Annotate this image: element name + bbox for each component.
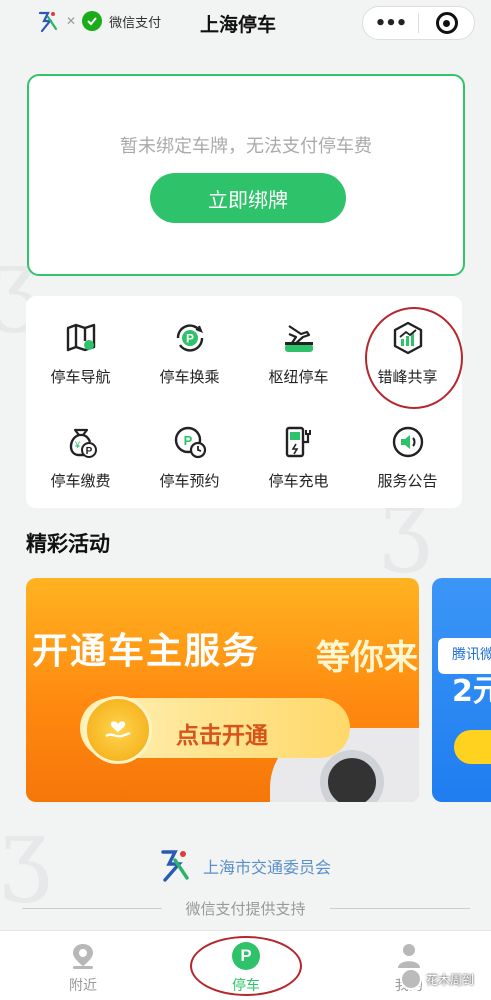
banner-headline-tail: 等你来 (316, 638, 418, 678)
partner-logos: ✕ 微信支付 (36, 9, 161, 33)
activity-banner[interactable]: 开通车主服务 等你来 点击开通 (26, 578, 419, 802)
money-bag-icon: ¥ P (63, 424, 99, 460)
service-parking-reservation[interactable]: P 停车预约 (135, 402, 244, 502)
service-label: 停车预约 (159, 472, 220, 490)
service-label: 服务公告 (377, 472, 438, 490)
bind-plate-card: 暂未绑定车牌，无法支付停车费 立即绑牌 (27, 74, 465, 276)
service-label: 停车充电 (268, 472, 329, 490)
page-title: 上海停车 (200, 14, 277, 36)
shanghai-transport-logo-icon (161, 850, 189, 882)
banner2-line2: 2元 (452, 674, 491, 709)
shanghai-transport-logo-icon (38, 11, 58, 33)
svg-text:¥: ¥ (74, 440, 81, 450)
park-clock-icon: P (172, 424, 208, 460)
charger-icon (281, 424, 317, 460)
service-parking-navigation[interactable]: 停车导航 (26, 298, 135, 398)
location-pin-icon (70, 941, 96, 971)
annotation-circle (190, 936, 302, 996)
svg-text:P: P (85, 446, 92, 457)
banner-headline: 开通车主服务 (32, 631, 261, 672)
top-bar: ✕ 微信支付 上海停车 ••• (0, 0, 491, 48)
bind-plate-message: 暂未绑定车牌，无法支付停车费 (120, 136, 372, 157)
hub-parking-icon (281, 320, 317, 356)
wechat-pay-icon (82, 11, 103, 31)
map-icon (64, 320, 98, 356)
park-transfer-icon: P (172, 320, 208, 356)
tab-label: 附近 (69, 978, 97, 994)
annotation-circle (365, 307, 463, 409)
banner2-line1: 腾讯微 (452, 647, 491, 663)
svg-text:P: P (185, 332, 193, 346)
org-credit: 上海市交通委员会 (155, 846, 331, 886)
activities-title: 精彩活动 (26, 532, 110, 556)
service-parking-payment[interactable]: ¥ P 停车缴费 (26, 402, 135, 502)
service-hub-parking[interactable]: 枢纽停车 (244, 298, 353, 398)
service-announcements[interactable]: 服务公告 (353, 402, 462, 502)
speaker-icon (390, 424, 426, 460)
service-label: 停车导航 (50, 368, 111, 386)
source-watermark: 花木周到 (400, 968, 474, 990)
heart-hand-coin-icon (84, 696, 152, 764)
more-button[interactable]: ••• (363, 13, 418, 34)
tab-nearby[interactable]: 附近 (28, 931, 138, 1000)
banner2-button[interactable] (454, 730, 491, 764)
bind-plate-button[interactable]: 立即绑牌 (150, 173, 346, 223)
watermark-text: 花木周到 (426, 972, 475, 987)
divider-right (330, 908, 470, 909)
watermark-avatar-icon (400, 968, 422, 990)
org-name: 上海市交通委员会 (203, 858, 332, 877)
banner-open-button[interactable]: 点击开通 (176, 716, 268, 750)
service-label: 停车缴费 (50, 472, 111, 490)
background-watermark: ʒ (0, 800, 51, 905)
wechat-pay-label: 微信支付 (109, 15, 162, 31)
target-icon (435, 12, 458, 34)
service-label: 枢纽停车 (268, 368, 329, 386)
service-park-and-ride[interactable]: P 停车换乘 (135, 298, 244, 398)
close-miniprogram-button[interactable] (419, 12, 474, 34)
miniprogram-capsule: ••• (362, 6, 475, 40)
service-parking-charging[interactable]: 停车充电 (244, 402, 353, 502)
cross-icon: ✕ (66, 14, 77, 28)
activity-banner-2[interactable]: 腾讯微 2元 (432, 578, 491, 802)
person-icon (396, 941, 422, 971)
service-label: 停车换乘 (159, 368, 220, 386)
